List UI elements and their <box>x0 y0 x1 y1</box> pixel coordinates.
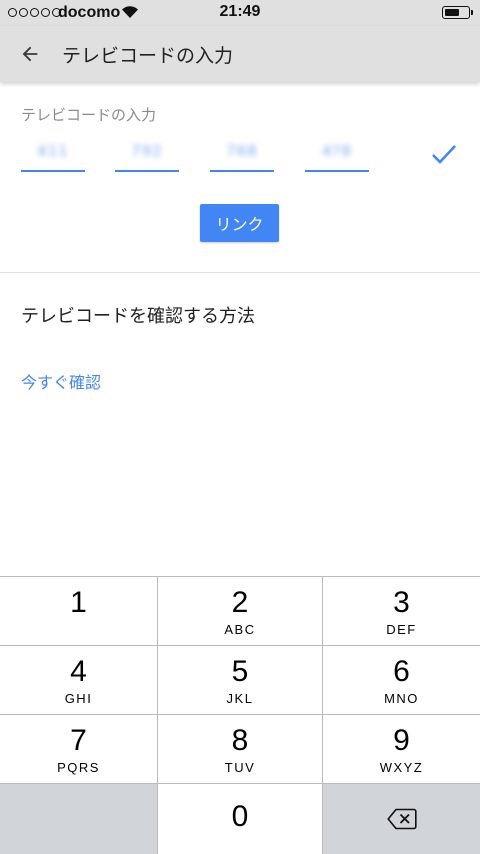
key-5-letters: JKL <box>226 691 254 706</box>
key-6-number: 6 <box>393 655 410 688</box>
key-5[interactable]: 5 JKL <box>158 646 322 714</box>
key-5-number: 5 <box>231 655 249 688</box>
key-3-letters: DEF <box>386 622 417 637</box>
arrow-back-icon <box>22 46 38 62</box>
numeric-keypad: 1 2 ABC 3 DEF 4 GHI 5 JKL 6 MNO 7 PQRS 8… <box>0 576 480 854</box>
key-4[interactable]: 4 GHI <box>0 646 157 714</box>
code-field-1-value: 411 <box>37 142 69 160</box>
key-blank <box>0 784 157 854</box>
key-6[interactable]: 6 MNO <box>323 646 480 714</box>
key-4-number: 4 <box>70 655 87 688</box>
code-field-3[interactable]: 768 <box>210 138 274 172</box>
status-bar: docomo 21:49 <box>0 0 480 26</box>
key-3-number: 3 <box>393 586 410 619</box>
key-2-letters: ABC <box>224 622 256 637</box>
back-button[interactable] <box>12 36 48 72</box>
key-8-number: 8 <box>231 724 249 757</box>
checkmark-icon[interactable] <box>430 142 458 166</box>
check-now-link[interactable]: 今すぐ確認 <box>21 369 101 393</box>
key-8[interactable]: 8 TUV <box>158 715 322 783</box>
key-1-number: 1 <box>70 586 87 619</box>
key-9-number: 9 <box>393 724 410 757</box>
status-time: 21:49 <box>219 3 261 20</box>
battery-fill <box>445 9 459 16</box>
key-1[interactable]: 1 <box>0 577 157 645</box>
page-title: テレビコードの入力 <box>62 45 234 67</box>
key-8-letters: TUV <box>224 760 256 775</box>
key-9[interactable]: 9 WXYZ <box>323 715 480 783</box>
code-input-label: テレビコードの入力 <box>21 106 157 124</box>
key-7-letters: PQRS <box>57 760 100 775</box>
key-0[interactable]: 0 <box>158 784 322 854</box>
code-field-1[interactable]: 411 <box>21 138 85 172</box>
app-bar: テレビコードの入力 <box>0 26 480 82</box>
key-2-number: 2 <box>231 586 249 619</box>
code-field-4-value: 4?8 <box>321 142 353 160</box>
link-button[interactable]: リンク <box>200 204 279 242</box>
code-field-3-value: 768 <box>226 142 258 160</box>
code-field-2[interactable]: 792 <box>115 138 179 172</box>
key-6-letters: MNO <box>384 691 419 706</box>
key-0-number: 0 <box>231 800 249 833</box>
delete-key[interactable] <box>323 784 480 854</box>
divider <box>0 272 480 273</box>
key-2[interactable]: 2 ABC <box>158 577 322 645</box>
key-4-letters: GHI <box>64 691 93 706</box>
key-3[interactable]: 3 DEF <box>323 577 480 645</box>
code-field-4[interactable]: 4?8 <box>305 138 369 172</box>
key-7-number: 7 <box>70 724 87 757</box>
key-7[interactable]: 7 PQRS <box>0 715 157 783</box>
key-9-letters: WXYZ <box>379 760 424 775</box>
backspace-icon <box>386 808 417 830</box>
battery-icon <box>442 6 473 19</box>
code-field-2-value: 792 <box>131 142 163 160</box>
help-heading: テレビコードを確認する方法 <box>21 306 255 327</box>
